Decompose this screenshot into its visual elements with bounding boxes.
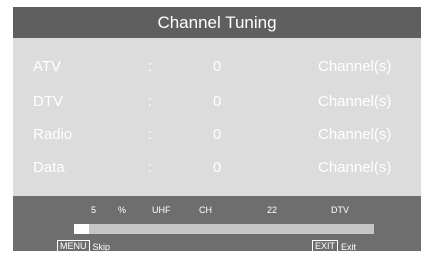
percent-sign: % xyxy=(118,205,127,215)
row-separator: : xyxy=(148,93,153,110)
channel-tuning-dialog: Channel Tuning ATV : 0 Channel(s) DTV : … xyxy=(13,7,421,253)
scan-progress-fill xyxy=(74,224,89,234)
row-unit: Channel(s) xyxy=(318,159,392,176)
row-count: 0 xyxy=(213,93,222,110)
menu-skip-hint[interactable]: MENU Skip xyxy=(57,240,110,253)
menu-action-label: Skip xyxy=(92,241,111,252)
exit-action-label: Exit xyxy=(341,241,357,252)
row-data: Data : 0 Channel(s) xyxy=(13,156,421,180)
scan-results-panel: ATV : 0 Channel(s) DTV : 0 Channel(s) Ra… xyxy=(13,38,421,196)
row-separator: : xyxy=(148,58,153,75)
row-unit: Channel(s) xyxy=(318,58,392,75)
channel-label: CH xyxy=(199,205,212,215)
row-count: 0 xyxy=(213,126,222,143)
row-dtv: DTV : 0 Channel(s) xyxy=(13,90,421,114)
exit-hint[interactable]: EXIT Exit xyxy=(312,240,356,253)
row-count: 0 xyxy=(213,159,222,176)
row-count: 0 xyxy=(213,58,222,75)
signal-mode: DTV xyxy=(331,205,349,215)
scan-progress-bar xyxy=(74,224,374,234)
row-radio: Radio : 0 Channel(s) xyxy=(13,123,421,147)
row-atv: ATV : 0 Channel(s) xyxy=(13,55,421,79)
exit-key-icon: EXIT xyxy=(312,240,339,253)
band-label: UHF xyxy=(152,205,171,215)
row-unit: Channel(s) xyxy=(318,126,392,143)
progress-percent: 5 xyxy=(91,205,97,215)
row-label: Data xyxy=(33,159,65,176)
dialog-title: Channel Tuning xyxy=(13,7,421,38)
row-label: Radio xyxy=(33,126,73,143)
menu-key-icon: MENU xyxy=(57,240,90,253)
row-label: DTV xyxy=(33,93,63,110)
row-label: ATV xyxy=(33,58,62,75)
scan-status-bar: 5 % UHF CH 22 DTV MENU Skip EXIT Exit xyxy=(13,196,421,253)
channel-number: 22 xyxy=(267,205,278,215)
row-separator: : xyxy=(148,126,153,143)
row-separator: : xyxy=(148,159,153,176)
row-unit: Channel(s) xyxy=(318,93,392,110)
